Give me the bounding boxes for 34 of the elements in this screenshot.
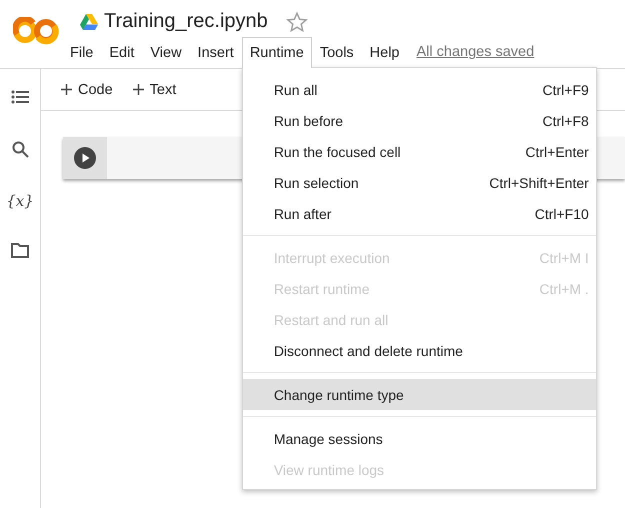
shortcut-label: Ctrl+F9 bbox=[542, 82, 589, 98]
menu-button[interactable]: Insert bbox=[190, 36, 242, 68]
menu-button[interactable]: Tools bbox=[312, 36, 362, 68]
run-cell-button[interactable] bbox=[74, 147, 96, 169]
plus-icon bbox=[132, 84, 144, 95]
menu-button[interactable]: View bbox=[142, 36, 190, 68]
menu-button[interactable]: Help bbox=[362, 36, 408, 68]
plus-icon bbox=[61, 84, 72, 95]
menu-button[interactable]: Edit bbox=[101, 36, 142, 68]
menu-item[interactable]: Run after Ctrl+F10 bbox=[242, 198, 596, 229]
shortcut-label: Ctrl+F8 bbox=[542, 112, 589, 128]
menu-item[interactable]: Run all Ctrl+F9 bbox=[242, 74, 596, 105]
folder-icon[interactable] bbox=[11, 243, 29, 258]
menu-button[interactable]: Runtime bbox=[242, 36, 312, 68]
shortcut-label: Ctrl+F10 bbox=[534, 206, 589, 222]
menu-item[interactable]: Run the focused cell Ctrl+Enter bbox=[242, 136, 596, 167]
add-cell-button[interactable]: Text bbox=[126, 78, 182, 102]
table-of-contents-icon[interactable] bbox=[11, 90, 29, 104]
colab-logo[interactable] bbox=[13, 17, 59, 45]
add-cell-button[interactable]: Code bbox=[55, 78, 119, 102]
menu-item[interactable]: Run selection Ctrl+Shift+Enter bbox=[242, 167, 596, 198]
drive-icon bbox=[80, 14, 98, 30]
notebook-title[interactable]: Training_rec.ipynb bbox=[104, 10, 268, 34]
star-icon[interactable] bbox=[286, 10, 308, 33]
menu-item[interactable]: Run before Ctrl+F8 bbox=[242, 105, 596, 136]
save-status-link[interactable]: All changes saved bbox=[408, 36, 534, 68]
variables-icon[interactable]: {x} bbox=[6, 192, 34, 210]
shortcut-label: Ctrl+Shift+Enter bbox=[489, 174, 589, 190]
menu-button[interactable]: File bbox=[62, 36, 102, 68]
menu-item[interactable]: Change runtime type bbox=[242, 379, 596, 410]
menu-item[interactable]: Manage sessions bbox=[242, 423, 596, 454]
menu-item[interactable]: Disconnect and delete runtime bbox=[242, 335, 596, 366]
search-icon[interactable] bbox=[12, 141, 28, 158]
shortcut-label: Ctrl+Enter bbox=[525, 144, 589, 160]
